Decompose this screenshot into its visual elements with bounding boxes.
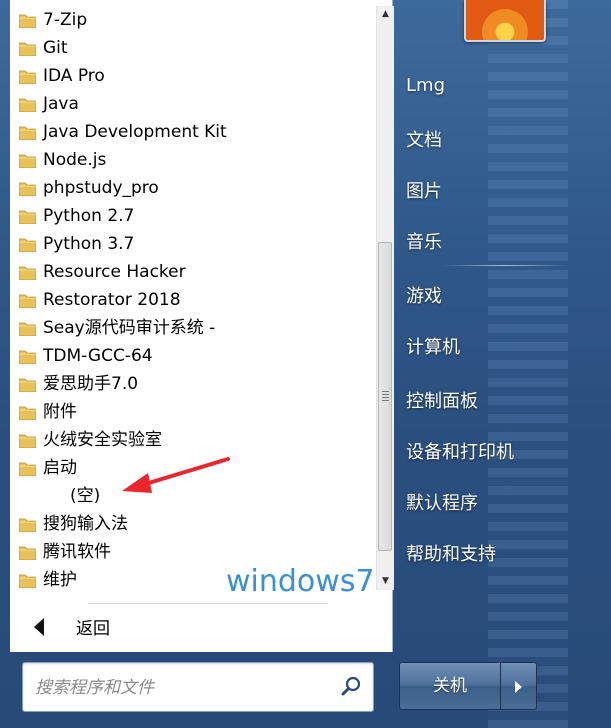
program-item-restorator[interactable]: Restorator 2018 <box>10 286 376 314</box>
right-item-default-programs[interactable]: 默认程序 <box>406 489 478 515</box>
program-label: Seay源代码审计系统 - <box>43 318 216 338</box>
folder-icon <box>19 546 36 560</box>
program-label: Java Development Kit <box>43 122 227 142</box>
folder-icon <box>19 154 36 168</box>
program-item-accessories[interactable]: 附件 <box>10 398 376 426</box>
user-picture[interactable] <box>464 0 546 42</box>
folder-icon <box>19 266 36 280</box>
folder-icon <box>19 574 36 588</box>
folder-icon <box>19 126 36 140</box>
right-separator <box>442 265 568 266</box>
right-item-devices-printers[interactable]: 设备和打印机 <box>406 438 514 464</box>
program-label: 附件 <box>43 402 77 422</box>
folder-icon <box>19 322 36 336</box>
right-item-pictures[interactable]: 图片 <box>406 177 442 203</box>
program-label: Node.js <box>43 150 107 170</box>
chevron-right-icon <box>515 681 522 693</box>
program-label: 爱思助手7.0 <box>43 374 139 394</box>
program-list: 7-Zip Git IDA Pro Java Java Development … <box>10 6 376 594</box>
program-label: 启动 <box>43 458 77 478</box>
folder-icon <box>19 378 36 392</box>
background-reflection <box>488 0 568 728</box>
program-item-python37[interactable]: Python 3.7 <box>10 230 376 258</box>
program-label: phpstudy_pro <box>43 178 159 198</box>
program-item-resource-hacker[interactable]: Resource Hacker <box>10 258 376 286</box>
back-arrow-icon <box>34 618 44 636</box>
folder-icon <box>19 98 36 112</box>
search-input[interactable] <box>33 675 337 701</box>
folder-icon <box>19 70 36 84</box>
program-label: Git <box>43 38 68 58</box>
program-item-sogou[interactable]: 搜狗输入法 <box>10 510 376 538</box>
program-item-ida-pro[interactable]: IDA Pro <box>10 62 376 90</box>
folder-icon <box>19 462 36 476</box>
program-label: TDM-GCC-64 <box>43 346 153 366</box>
right-item-computer[interactable]: 计算机 <box>406 333 460 359</box>
program-label: 腾讯软件 <box>43 542 111 562</box>
program-item-java[interactable]: Java <box>10 90 376 118</box>
folder-icon <box>19 42 36 56</box>
programs-panel: 7-Zip Git IDA Pro Java Java Development … <box>10 0 394 652</box>
shutdown-button[interactable]: 关机 <box>399 662 501 710</box>
program-item-huorong[interactable]: 火绒安全实验室 <box>10 426 376 454</box>
search-icon[interactable] <box>339 675 363 699</box>
program-item-nodejs[interactable]: Node.js <box>10 146 376 174</box>
scroll-down-button[interactable]: ▼ <box>377 573 394 590</box>
search-area <box>10 652 392 728</box>
folder-icon <box>19 182 36 196</box>
folder-icon <box>19 210 36 224</box>
program-item-git[interactable]: Git <box>10 34 376 62</box>
shutdown-options-button[interactable] <box>501 662 537 710</box>
search-box[interactable] <box>22 662 374 712</box>
right-item-games[interactable]: 游戏 <box>406 282 442 308</box>
back-label: 返回 <box>76 619 110 639</box>
program-item-tdm-gcc[interactable]: TDM-GCC-64 <box>10 342 376 370</box>
program-label: Restorator 2018 <box>43 290 181 310</box>
annotation-arrow <box>122 457 230 493</box>
folder-icon <box>19 350 36 364</box>
folder-icon <box>19 238 36 252</box>
folder-icon <box>19 434 36 448</box>
folder-icon <box>19 14 36 28</box>
program-item-python27[interactable]: Python 2.7 <box>10 202 376 230</box>
program-item-aisi[interactable]: 爱思助手7.0 <box>10 370 376 398</box>
program-label: 维护 <box>43 570 77 590</box>
program-label: Python 3.7 <box>43 234 135 254</box>
program-item-phpstudy[interactable]: phpstudy_pro <box>10 174 376 202</box>
right-item-documents[interactable]: 文档 <box>406 126 442 152</box>
program-item-7zip[interactable]: 7-Zip <box>10 6 376 34</box>
program-label: 搜狗输入法 <box>43 514 128 534</box>
right-item-control-panel[interactable]: 控制面板 <box>406 387 478 413</box>
program-label: Java <box>43 94 79 114</box>
right-item-music[interactable]: 音乐 <box>406 228 442 254</box>
program-item-tencent[interactable]: 腾讯软件 <box>10 538 376 566</box>
empty-label: (空) <box>70 486 101 506</box>
program-label: Resource Hacker <box>43 262 186 282</box>
right-item-user[interactable]: Lmg <box>406 75 445 96</box>
scroll-up-button[interactable]: ▲ <box>377 6 394 23</box>
divider <box>88 603 328 604</box>
back-button[interactable]: 返回 <box>20 612 220 642</box>
program-label: 7-Zip <box>43 10 88 30</box>
scroll-grip-icon <box>382 391 389 401</box>
folder-icon <box>19 518 36 532</box>
right-item-help-support[interactable]: 帮助和支持 <box>406 540 496 566</box>
folder-icon <box>19 406 36 420</box>
program-item-jdk[interactable]: Java Development Kit <box>10 118 376 146</box>
program-label: 火绒安全实验室 <box>43 430 162 450</box>
scroll-thumb[interactable] <box>378 242 392 551</box>
program-label: Python 2.7 <box>43 206 135 226</box>
program-list-scrollbar[interactable]: ▲ ▼ <box>376 6 394 590</box>
watermark-text: windows7 <box>226 564 375 599</box>
program-label: IDA Pro <box>43 66 105 86</box>
folder-icon <box>19 294 36 308</box>
program-item-seay[interactable]: Seay源代码审计系统 - <box>10 314 376 342</box>
